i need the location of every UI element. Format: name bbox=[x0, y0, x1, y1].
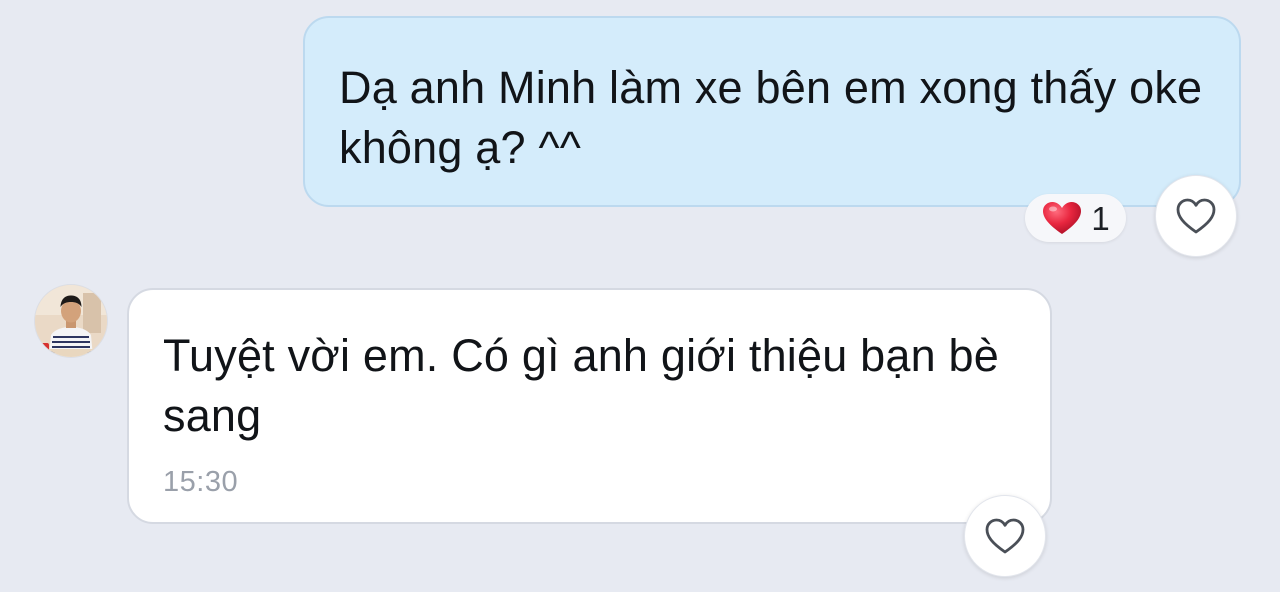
like-button[interactable] bbox=[964, 495, 1046, 577]
message-text: Tuyệt vời em. Có gì anh giới thiệu bạn b… bbox=[163, 330, 999, 441]
avatar-photo bbox=[35, 285, 107, 357]
outgoing-message-bubble[interactable]: Dạ anh Minh làm xe bên em xong thấy oke … bbox=[303, 16, 1241, 207]
reaction-count: 1 bbox=[1091, 199, 1110, 237]
avatar[interactable] bbox=[35, 285, 107, 357]
incoming-message-bubble[interactable]: Tuyệt vời em. Có gì anh giới thiệu bạn b… bbox=[127, 288, 1052, 524]
heart-icon bbox=[1043, 202, 1082, 234]
chat-conversation: Dạ anh Minh làm xe bên em xong thấy oke … bbox=[0, 0, 1280, 592]
message-text: Dạ anh Minh làm xe bên em xong thấy oke … bbox=[339, 62, 1203, 173]
message-timestamp: 15:30 bbox=[163, 466, 239, 498]
like-button[interactable] bbox=[1155, 175, 1237, 257]
reaction-chip[interactable]: 1 bbox=[1025, 194, 1126, 242]
heart-outline-icon bbox=[985, 518, 1025, 554]
heart-outline-icon bbox=[1176, 198, 1216, 234]
